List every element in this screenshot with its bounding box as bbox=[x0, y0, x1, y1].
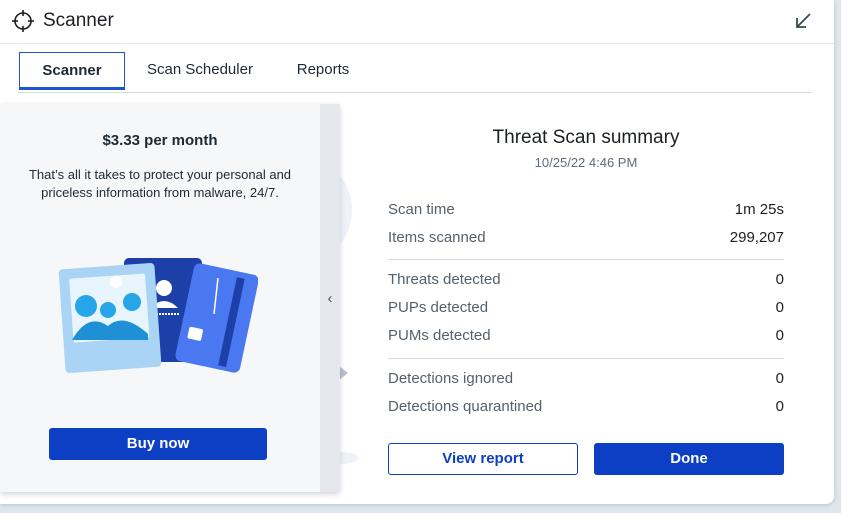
summary-row-ignored: Detections ignored 0 bbox=[388, 370, 784, 392]
done-button[interactable]: Done bbox=[594, 443, 784, 475]
background-arrow-shape bbox=[339, 366, 348, 380]
tab-scanner[interactable]: Scanner bbox=[19, 52, 125, 90]
tab-scan-scheduler[interactable]: Scan Scheduler bbox=[134, 52, 266, 90]
promo-text: That’s all it takes to protect your pers… bbox=[28, 167, 292, 200]
promo-panel: $3.33 per month That’s all it takes to p… bbox=[0, 104, 340, 492]
cards-illustration bbox=[58, 258, 258, 373]
summary-date: 10/25/22 4:46 PM bbox=[534, 155, 638, 170]
row-value: 1m 25s bbox=[734, 201, 784, 218]
app-title: Scanner bbox=[43, 10, 114, 31]
summary-row-scan-time: Scan time 1m 25s bbox=[388, 201, 784, 223]
tab-bar: Scanner Scan Scheduler Reports bbox=[18, 52, 812, 93]
row-label: Detections quarantined bbox=[388, 398, 543, 415]
row-label: Scan time bbox=[388, 201, 455, 218]
summary-row-quarantined: Detections quarantined 0 bbox=[388, 398, 784, 420]
row-value: 299,207 bbox=[729, 229, 784, 246]
divider bbox=[388, 358, 784, 359]
row-value: 0 bbox=[775, 398, 784, 415]
crosshair-icon bbox=[12, 10, 34, 32]
row-label: PUPs detected bbox=[388, 299, 489, 316]
row-label: PUMs detected bbox=[388, 327, 491, 344]
row-label: Threats detected bbox=[388, 271, 501, 288]
summary-row-pups: PUPs detected 0 bbox=[388, 299, 784, 321]
collapse-panel-handle[interactable]: ‹ bbox=[320, 104, 340, 492]
row-label: Detections ignored bbox=[388, 370, 514, 387]
row-value: 0 bbox=[775, 370, 784, 387]
row-value: 0 bbox=[775, 299, 784, 316]
chevron-left-icon: ‹ bbox=[327, 290, 333, 307]
summary-title: Threat Scan summary bbox=[492, 127, 680, 148]
summary-row-threats: Threats detected 0 bbox=[388, 271, 784, 293]
tab-reports[interactable]: Reports bbox=[282, 52, 364, 90]
scanner-window: Scanner Scanner Scan Scheduler Reports $… bbox=[0, 0, 834, 504]
row-value: 0 bbox=[775, 327, 784, 344]
title-bar: Scanner bbox=[0, 0, 834, 44]
view-report-button[interactable]: View report bbox=[388, 443, 578, 475]
divider bbox=[388, 259, 784, 260]
row-value: 0 bbox=[775, 271, 784, 288]
summary-row-items-scanned: Items scanned 299,207 bbox=[388, 229, 784, 251]
row-label: Items scanned bbox=[388, 229, 486, 246]
summary-row-pums: PUMs detected 0 bbox=[388, 327, 784, 349]
minimize-arrow-icon[interactable] bbox=[792, 10, 814, 32]
promo-price: $3.33 per month bbox=[102, 132, 218, 149]
buy-now-button[interactable]: Buy now bbox=[49, 428, 267, 460]
